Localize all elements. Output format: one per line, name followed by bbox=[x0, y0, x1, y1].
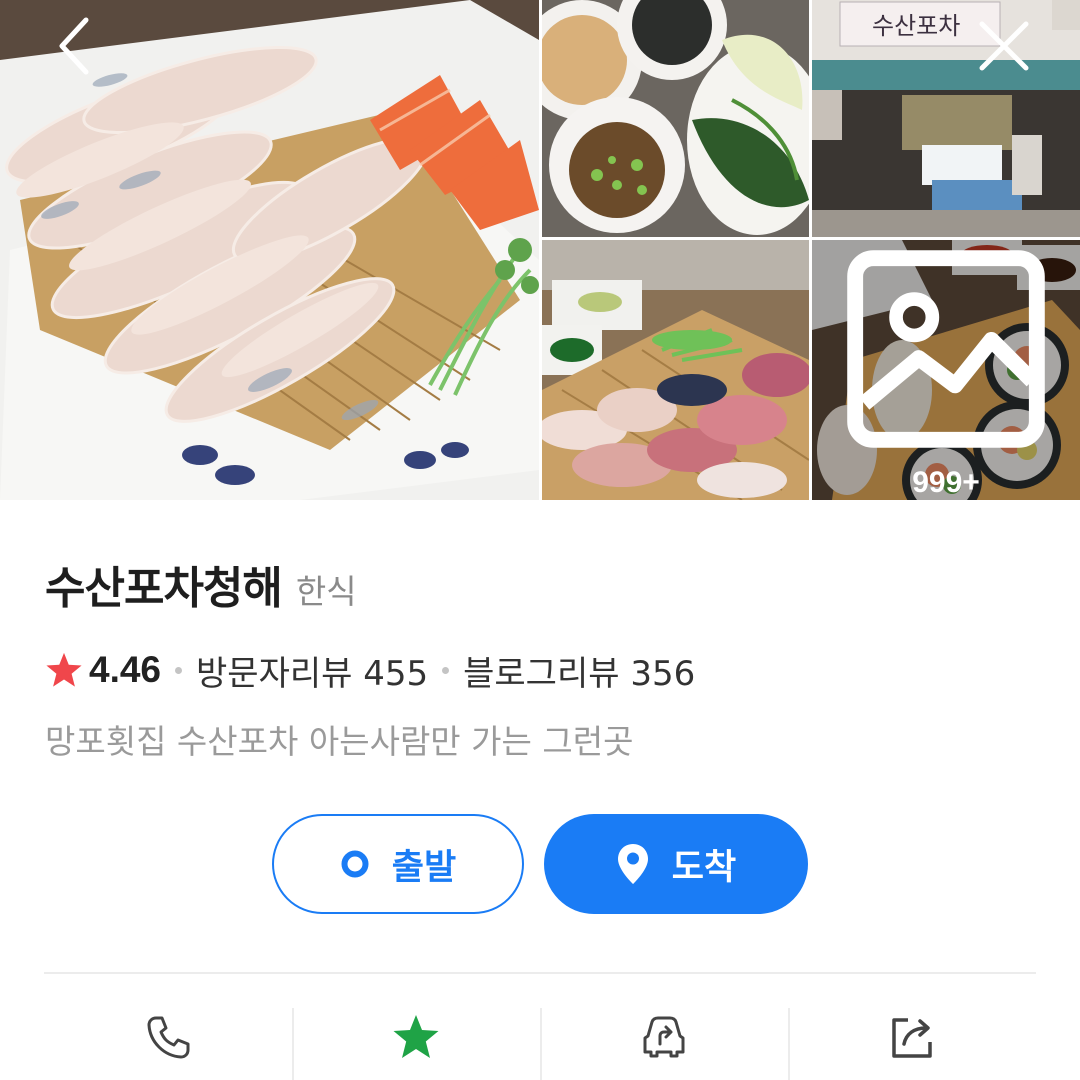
origin-dot-icon bbox=[340, 849, 370, 879]
visitor-reviews-link[interactable]: 방문자리뷰 455 bbox=[196, 646, 428, 695]
photo-more[interactable]: 999+ bbox=[812, 240, 1080, 500]
close-button[interactable] bbox=[972, 14, 1036, 78]
car-directions-button[interactable] bbox=[540, 1008, 788, 1080]
destination-label: 도착 bbox=[671, 847, 737, 888]
separator-dot bbox=[175, 666, 183, 674]
place-description: 망포횟집 수산포차 아는사람만 가는 그런곳 bbox=[45, 722, 634, 761]
share-button[interactable] bbox=[788, 1008, 1036, 1080]
phone-icon bbox=[147, 1016, 190, 1059]
divider bbox=[44, 972, 1036, 974]
set-destination-button[interactable]: 도착 bbox=[544, 814, 808, 914]
separator-dot bbox=[442, 666, 450, 674]
origin-label: 출발 bbox=[391, 847, 457, 888]
rating-row: 4.46 방문자리뷰 455 블로그리뷰 356 bbox=[45, 646, 695, 694]
photo-gallery: 수산포차 999+ bbox=[0, 0, 1080, 500]
blog-reviews-link[interactable]: 블로그리뷰 356 bbox=[463, 646, 695, 695]
close-icon bbox=[979, 21, 1029, 71]
set-origin-button[interactable]: 출발 bbox=[272, 814, 524, 914]
call-button[interactable] bbox=[44, 1008, 292, 1080]
photo-side-dishes[interactable] bbox=[542, 0, 809, 237]
car-directions-icon bbox=[643, 1016, 685, 1058]
more-photos-count: 999+ bbox=[912, 466, 980, 499]
place-name: 수산포차청해 bbox=[45, 563, 283, 614]
photo-sashimi-board[interactable] bbox=[542, 240, 809, 500]
photo-storefront[interactable]: 수산포차 bbox=[812, 0, 1080, 237]
save-button[interactable] bbox=[292, 1008, 540, 1080]
image-icon bbox=[847, 250, 1045, 448]
rating-star-icon bbox=[46, 652, 82, 687]
rating-value: 4.46 bbox=[89, 649, 162, 690]
more-photos-overlay[interactable]: 999+ bbox=[812, 240, 1080, 500]
place-title-row: 수산포차청해 한식 bbox=[45, 552, 357, 614]
star-icon bbox=[393, 1015, 439, 1058]
action-bar bbox=[44, 1008, 1036, 1080]
place-category: 한식 bbox=[295, 572, 357, 611]
location-pin-icon bbox=[616, 842, 650, 886]
chevron-left-icon bbox=[59, 17, 89, 75]
share-icon bbox=[892, 1018, 932, 1058]
back-button[interactable] bbox=[44, 14, 108, 78]
storefront-sign-text: 수산포차 bbox=[872, 12, 960, 40]
